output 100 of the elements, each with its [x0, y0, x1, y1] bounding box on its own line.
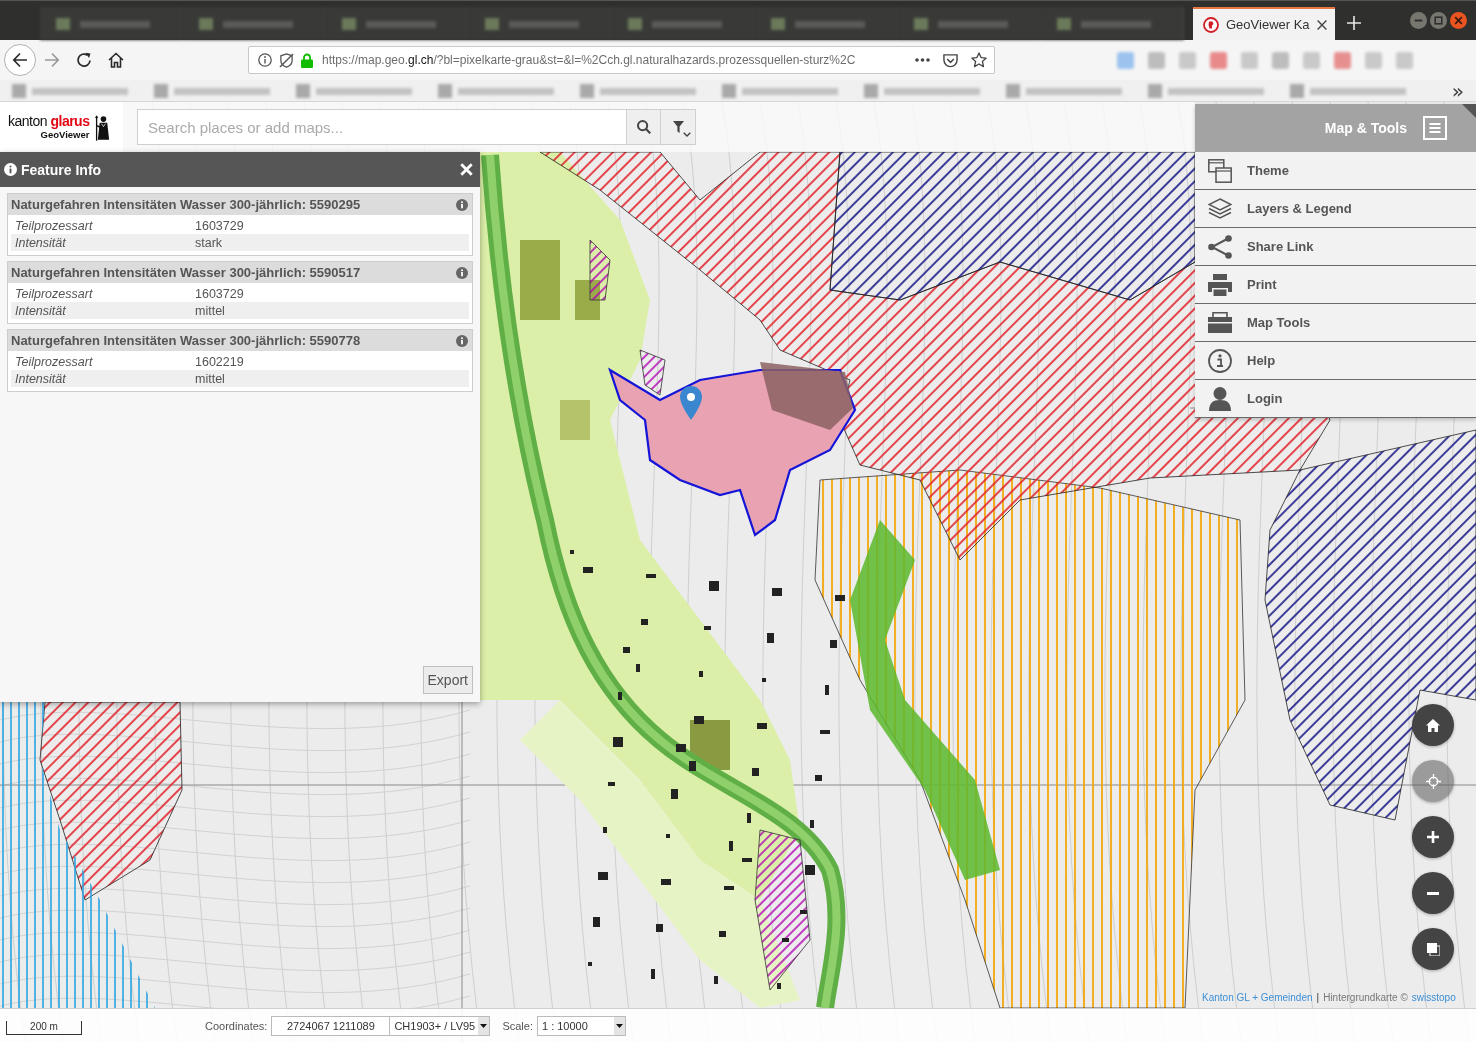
building [666, 834, 670, 838]
chevron-shield-icon[interactable] [943, 52, 958, 68]
menu-icon[interactable] [1423, 116, 1447, 140]
help-icon [1208, 348, 1232, 373]
browser-tab[interactable] [1041, 7, 1184, 40]
menu-item[interactable]: Help [1195, 342, 1476, 380]
minimize-icon[interactable] [1410, 12, 1427, 29]
location-pin-icon[interactable] [680, 386, 702, 420]
star-icon[interactable] [971, 52, 987, 68]
panel-title: Feature Info [21, 161, 102, 178]
lock-icon[interactable] [301, 52, 313, 68]
menu-item[interactable]: Map Tools [1195, 304, 1476, 342]
extension-icon[interactable] [1334, 51, 1351, 69]
funnel-icon [672, 121, 684, 133]
plus-icon[interactable] [1347, 16, 1361, 30]
coordinates-field[interactable]: 2724067 1211089 [271, 1015, 391, 1036]
building [618, 692, 622, 700]
scale-select[interactable]: 1 : 10000 [536, 1015, 626, 1036]
crosshair-icon [1425, 773, 1441, 789]
printer-icon [1208, 273, 1232, 296]
building [777, 983, 781, 989]
building [598, 872, 608, 880]
attribute-label: Teilprozessart [15, 286, 94, 301]
menu-item[interactable]: Theme [1195, 152, 1476, 190]
close-icon[interactable] [1450, 12, 1467, 29]
close-icon[interactable] [1316, 19, 1327, 30]
search-field[interactable]: Search places or add maps... [137, 109, 627, 145]
address-bar[interactable]: https://map.geo.gl.ch/?bl=pixelkarte-grau&st=&l=%2Cch.gl.naturalhazards.prozessquellen-sturz%2C [248, 46, 995, 74]
extension-icon[interactable] [1396, 51, 1413, 69]
building [752, 768, 759, 776]
squares-icon [1426, 942, 1440, 956]
building [603, 827, 607, 833]
building [646, 574, 656, 578]
building [583, 567, 593, 573]
more-dots-icon[interactable] [915, 58, 930, 62]
industrial-area [560, 400, 590, 440]
info-icon[interactable] [456, 198, 468, 211]
logo-area[interactable]: kanton glarus GeoViewer [0, 102, 123, 152]
tracking-protection-icon[interactable] [279, 52, 294, 68]
maximize-icon[interactable] [1430, 12, 1447, 29]
attribute-label: Teilprozessart [15, 354, 94, 369]
building [757, 723, 767, 729]
arrow-right-icon[interactable] [44, 52, 60, 68]
attribute-label: Intensität [15, 371, 67, 386]
extension-icon[interactable] [1179, 51, 1196, 69]
menu-item[interactable]: Layers & Legend [1195, 190, 1476, 228]
building [636, 664, 640, 672]
building [661, 879, 671, 885]
filter-button[interactable] [661, 109, 696, 145]
building [830, 640, 837, 648]
home-icon[interactable] [108, 52, 124, 68]
back-button[interactable] [4, 44, 36, 76]
building [767, 633, 774, 643]
menu-item[interactable]: Share Link [1195, 228, 1476, 266]
attribute-label: Intensität [15, 235, 67, 250]
info-icon[interactable] [456, 266, 468, 279]
reload-icon[interactable] [76, 52, 92, 68]
extension-icon[interactable] [1241, 51, 1258, 69]
extension-icon[interactable] [1117, 51, 1134, 69]
figure-with-staff-icon [95, 115, 112, 141]
building [623, 647, 630, 653]
bookmarks-overflow-button[interactable]: » [1451, 80, 1464, 101]
url-text[interactable]: https://map.geo.gl.ch/?bl=pixelkarte-grau&st=&l=%2Cch.gl.naturalhazards.prozessquellen-sturz%2C [322, 53, 856, 67]
logo-title: kanton glarus [8, 113, 90, 129]
attribute-label: Intensität [15, 303, 67, 318]
extension-icon[interactable] [1210, 51, 1227, 69]
attribution-separator: | [1316, 992, 1320, 1003]
info-icon[interactable] [456, 334, 468, 347]
browser-tab[interactable]: GeoViewer Ka [1193, 7, 1335, 40]
extension-icon[interactable] [1272, 51, 1289, 69]
coordinates-label: Coordinates: [205, 1019, 268, 1032]
search-button[interactable] [627, 109, 661, 145]
building [747, 813, 751, 823]
building [694, 716, 704, 724]
projection-select[interactable]: CH1903+ / LV95 [390, 1015, 491, 1036]
extension-icon[interactable] [1148, 51, 1165, 69]
info-icon[interactable] [258, 53, 272, 67]
building [709, 581, 719, 591]
layers-icon [1208, 198, 1232, 219]
corner-triangle-icon [1462, 104, 1476, 118]
extension-icon[interactable] [1303, 51, 1320, 69]
building [588, 962, 592, 966]
menu-item[interactable]: Login [1195, 380, 1476, 418]
attribute-value: 1602219 [195, 354, 244, 369]
building [608, 782, 615, 786]
toolbox-icon [1208, 312, 1232, 333]
person-icon [1209, 386, 1231, 411]
building [820, 730, 830, 734]
menu-item[interactable]: Print [1195, 266, 1476, 304]
building [719, 931, 726, 937]
building [805, 865, 815, 875]
export-button[interactable]: Export [422, 666, 473, 694]
building [656, 924, 663, 932]
feature-title: Naturgefahren Intensitäten Wasser 300-jährlich: 5590778 [11, 333, 362, 348]
building [699, 671, 703, 677]
feature-title: Naturgefahren Intensitäten Wasser 300-jährlich: 5590517 [11, 265, 362, 280]
building [800, 910, 807, 914]
building [704, 626, 711, 630]
info-icon [4, 163, 17, 176]
extension-icon[interactable] [1365, 51, 1382, 69]
